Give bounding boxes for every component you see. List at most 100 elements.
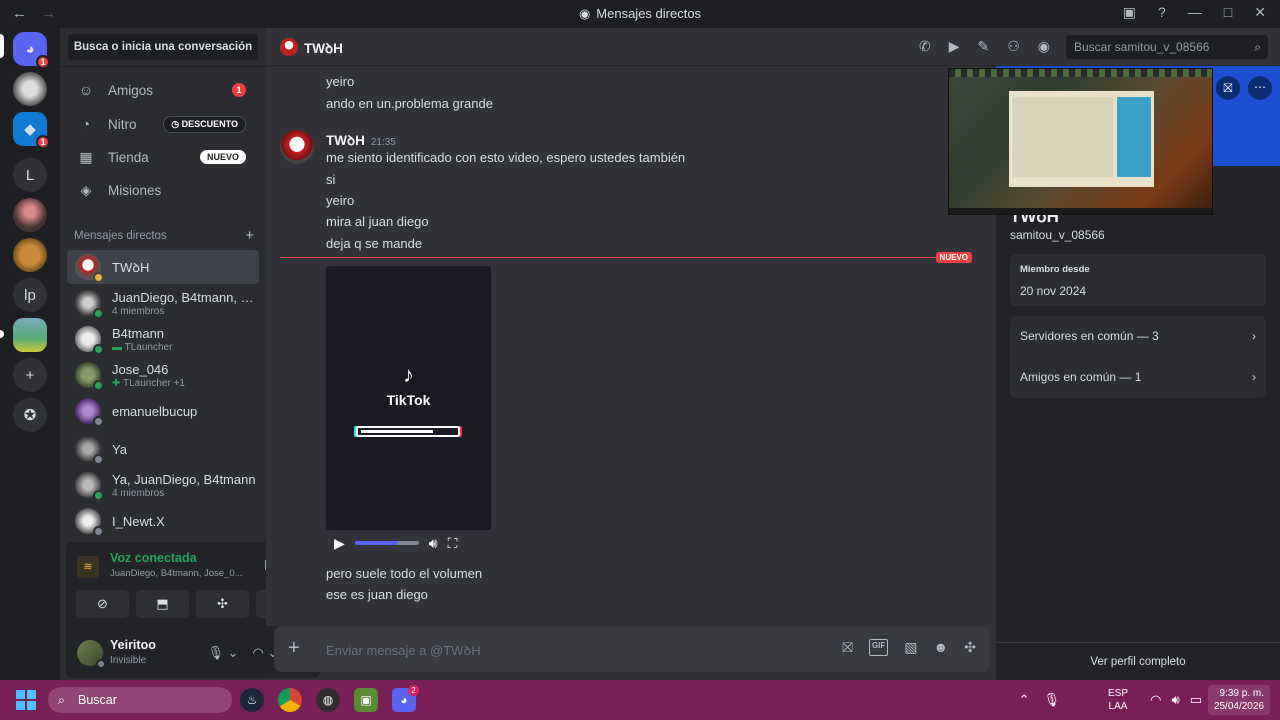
nav-nitro[interactable]: ◔ Nitro ◷ DESCUENTO <box>68 108 258 140</box>
mutual-friends-row[interactable]: Amigos en común — 1 › <box>1020 357 1256 397</box>
taskbar-clock[interactable]: 9:39 p. m. 25/04/2026 <box>1208 685 1270 715</box>
more-options-icon[interactable]: ⋯ <box>1248 76 1272 100</box>
battery-icon[interactable]: ▭ <box>1190 692 1202 708</box>
upload-plus-icon[interactable]: + <box>288 637 300 660</box>
selected-indicator <box>0 34 4 58</box>
user-name[interactable]: Yeiritoo <box>110 638 156 652</box>
dm-name: I_Newt.X <box>112 513 165 529</box>
dm-item-twdh[interactable]: TWꝺH <box>67 250 259 284</box>
discord-app: ← → ◉ Mensajes directos ▣ ? — □ ✕ ◕ 1 ◆ 1… <box>0 0 1280 680</box>
system-tray: ⌃ 🎙︎ <box>1019 692 1060 708</box>
author-name[interactable]: TWꝺH <box>326 133 365 148</box>
discord-taskbar-icon[interactable]: ◕ 2 <box>392 685 419 712</box>
user-profile-icon[interactable]: ◉ <box>1038 38 1050 55</box>
speaker-icon[interactable]: 🔊︎ <box>1172 692 1180 708</box>
nav-quests[interactable]: ◈ Misiones <box>68 174 258 206</box>
status-dot <box>93 454 104 465</box>
video-attachment[interactable]: ♪ TikTok <box>326 266 491 530</box>
home-button[interactable]: ◕ 1 <box>13 32 50 69</box>
window-controls: ▣ ? — □ ✕ <box>1123 4 1266 21</box>
add-friends-icon[interactable]: ⚇ <box>1007 38 1020 55</box>
message-text: yeiro <box>326 74 355 89</box>
chat-search-input[interactable]: Buscar samitou_v_08566 ⌕ <box>1066 35 1268 59</box>
add-server-button[interactable]: + <box>13 358 47 392</box>
server-avatar-person[interactable] <box>13 198 47 232</box>
gift-icon[interactable]: ⛝ <box>842 639 853 656</box>
minecraft-icon[interactable]: ▣ <box>354 688 378 712</box>
server-letter-l[interactable]: L <box>13 158 47 192</box>
view-full-profile-button[interactable]: Ver perfil completo <box>996 642 1280 680</box>
stream-window-sidebar <box>1117 97 1151 177</box>
chat-header: TWꝺH ✆ ▶ ✎ ⚇ ◉ Buscar samitou_v_08566 ⌕ <box>266 28 1280 66</box>
chevron-up-icon[interactable]: ⌃ <box>1019 692 1030 708</box>
close-button[interactable]: ✕ <box>1254 4 1266 21</box>
dm-item-group-juandiego[interactable]: JuanDiego, B4tmann, J... 4 miembros <box>67 286 259 320</box>
dm-name: Ya, JuanDiego, B4tmann <box>112 471 256 487</box>
find-conversation-button[interactable]: Busca o inicia una conversación <box>68 34 258 60</box>
stream-preview[interactable] <box>948 68 1213 215</box>
server-letters-lp[interactable]: lp <box>13 278 47 312</box>
nav-shop-label: Tienda <box>108 149 149 165</box>
language-indicator[interactable]: ESP LAA <box>1108 687 1128 713</box>
activities-button[interactable]: ✣ <box>196 590 249 618</box>
mutual-friends-label: Amigos en común — 1 <box>1020 370 1142 384</box>
volume-icon[interactable]: 🔊︎ <box>429 535 438 552</box>
mutual-servers-row[interactable]: Servidores en común — 3 › <box>1020 316 1256 356</box>
clock-time: 9:39 p. m. <box>1219 688 1264 699</box>
play-icon[interactable]: ▶ <box>334 535 345 552</box>
message-avatar[interactable] <box>280 130 314 164</box>
dm-item-b4tmann[interactable]: B4tmann ▬ TLauncher <box>67 322 259 356</box>
voice-call-icon[interactable]: ✆ <box>919 38 931 55</box>
dm-sub: 4 miembros <box>112 487 165 499</box>
microphone-icon[interactable]: 🎙︎ ⌄ <box>207 645 238 661</box>
server-landscape[interactable] <box>13 318 47 352</box>
dm-item-jose046[interactable]: Jose_046 ✚ TLauncher +1 <box>67 358 259 392</box>
message-text: deja q se mande <box>326 236 423 251</box>
help-icon[interactable]: ? <box>1158 4 1166 21</box>
steam-icon[interactable]: ♨ <box>240 688 264 712</box>
new-messages-divider <box>280 257 972 258</box>
avatar <box>75 326 104 355</box>
language-code: ESP <box>1107 688 1128 699</box>
member-since-date: 20 nov 2024 <box>1020 284 1087 298</box>
obs-icon[interactable]: ◍ <box>316 688 340 712</box>
maximize-button[interactable]: □ <box>1224 4 1232 21</box>
apps-icon[interactable]: ✣ <box>964 639 976 656</box>
sticker-icon[interactable]: ▧ <box>904 639 917 656</box>
video-progress-bar[interactable] <box>354 541 419 545</box>
gift-nitro-icon[interactable]: ⛝ <box>1216 76 1240 100</box>
pin-icon[interactable]: ✎ <box>977 38 989 55</box>
taskbar-search[interactable]: ⌕ Buscar <box>48 687 232 713</box>
search-icon: ⌕ <box>58 693 66 707</box>
windows-start-icon[interactable] <box>16 690 36 710</box>
divider <box>60 66 266 67</box>
server-group-avatar[interactable] <box>13 72 47 106</box>
microphone-icon[interactable]: 🎙︎ <box>1043 692 1060 708</box>
dm-item-inewtx[interactable]: I_Newt.X <box>67 504 259 538</box>
server-burger[interactable] <box>13 238 47 272</box>
create-dm-plus-icon[interactable]: + <box>245 228 254 243</box>
minimize-button[interactable]: — <box>1188 4 1202 21</box>
discover-button[interactable]: ✪ <box>13 398 47 432</box>
video-call-icon[interactable]: ▶ <box>949 38 960 55</box>
message-text: ando en un.problema grande <box>326 96 493 111</box>
wifi-icon[interactable]: ◠ <box>1150 692 1161 708</box>
camera-off-button[interactable]: ⊘ <box>76 590 129 618</box>
message-composer[interactable]: + Enviar mensaje a @TWꝺH ⛝ GIF ▧ ☻ ✣ <box>274 626 990 672</box>
dm-item-emanuelbucup[interactable]: emanuelbucup <box>67 394 259 428</box>
dm-item-group-ya[interactable]: Ya, JuanDiego, B4tmann 4 miembros <box>67 468 259 502</box>
nav-friends[interactable]: ☺ Amigos 1 <box>68 74 258 106</box>
friends-badge: 1 <box>232 83 246 97</box>
server-blue-cube[interactable]: ◆ 1 <box>13 112 50 149</box>
nav-shop[interactable]: ▦ Tienda NUEVO <box>68 141 258 173</box>
emoji-icon[interactable]: ☻ <box>934 639 949 656</box>
inbox-icon[interactable]: ▣ <box>1123 4 1136 21</box>
voice-status[interactable]: Voz conectada <box>110 551 197 565</box>
chrome-icon[interactable] <box>278 688 302 712</box>
dm-item-ya[interactable]: Ya <box>67 432 259 466</box>
fullscreen-icon[interactable]: ⛶ <box>448 535 458 552</box>
gif-icon[interactable]: GIF <box>868 639 889 656</box>
window-title: ◉ Mensajes directos <box>0 6 1280 22</box>
screen-share-button[interactable]: ⬒ <box>136 590 189 618</box>
system-icons: ◠ 🔊︎ ▭ <box>1150 692 1202 708</box>
